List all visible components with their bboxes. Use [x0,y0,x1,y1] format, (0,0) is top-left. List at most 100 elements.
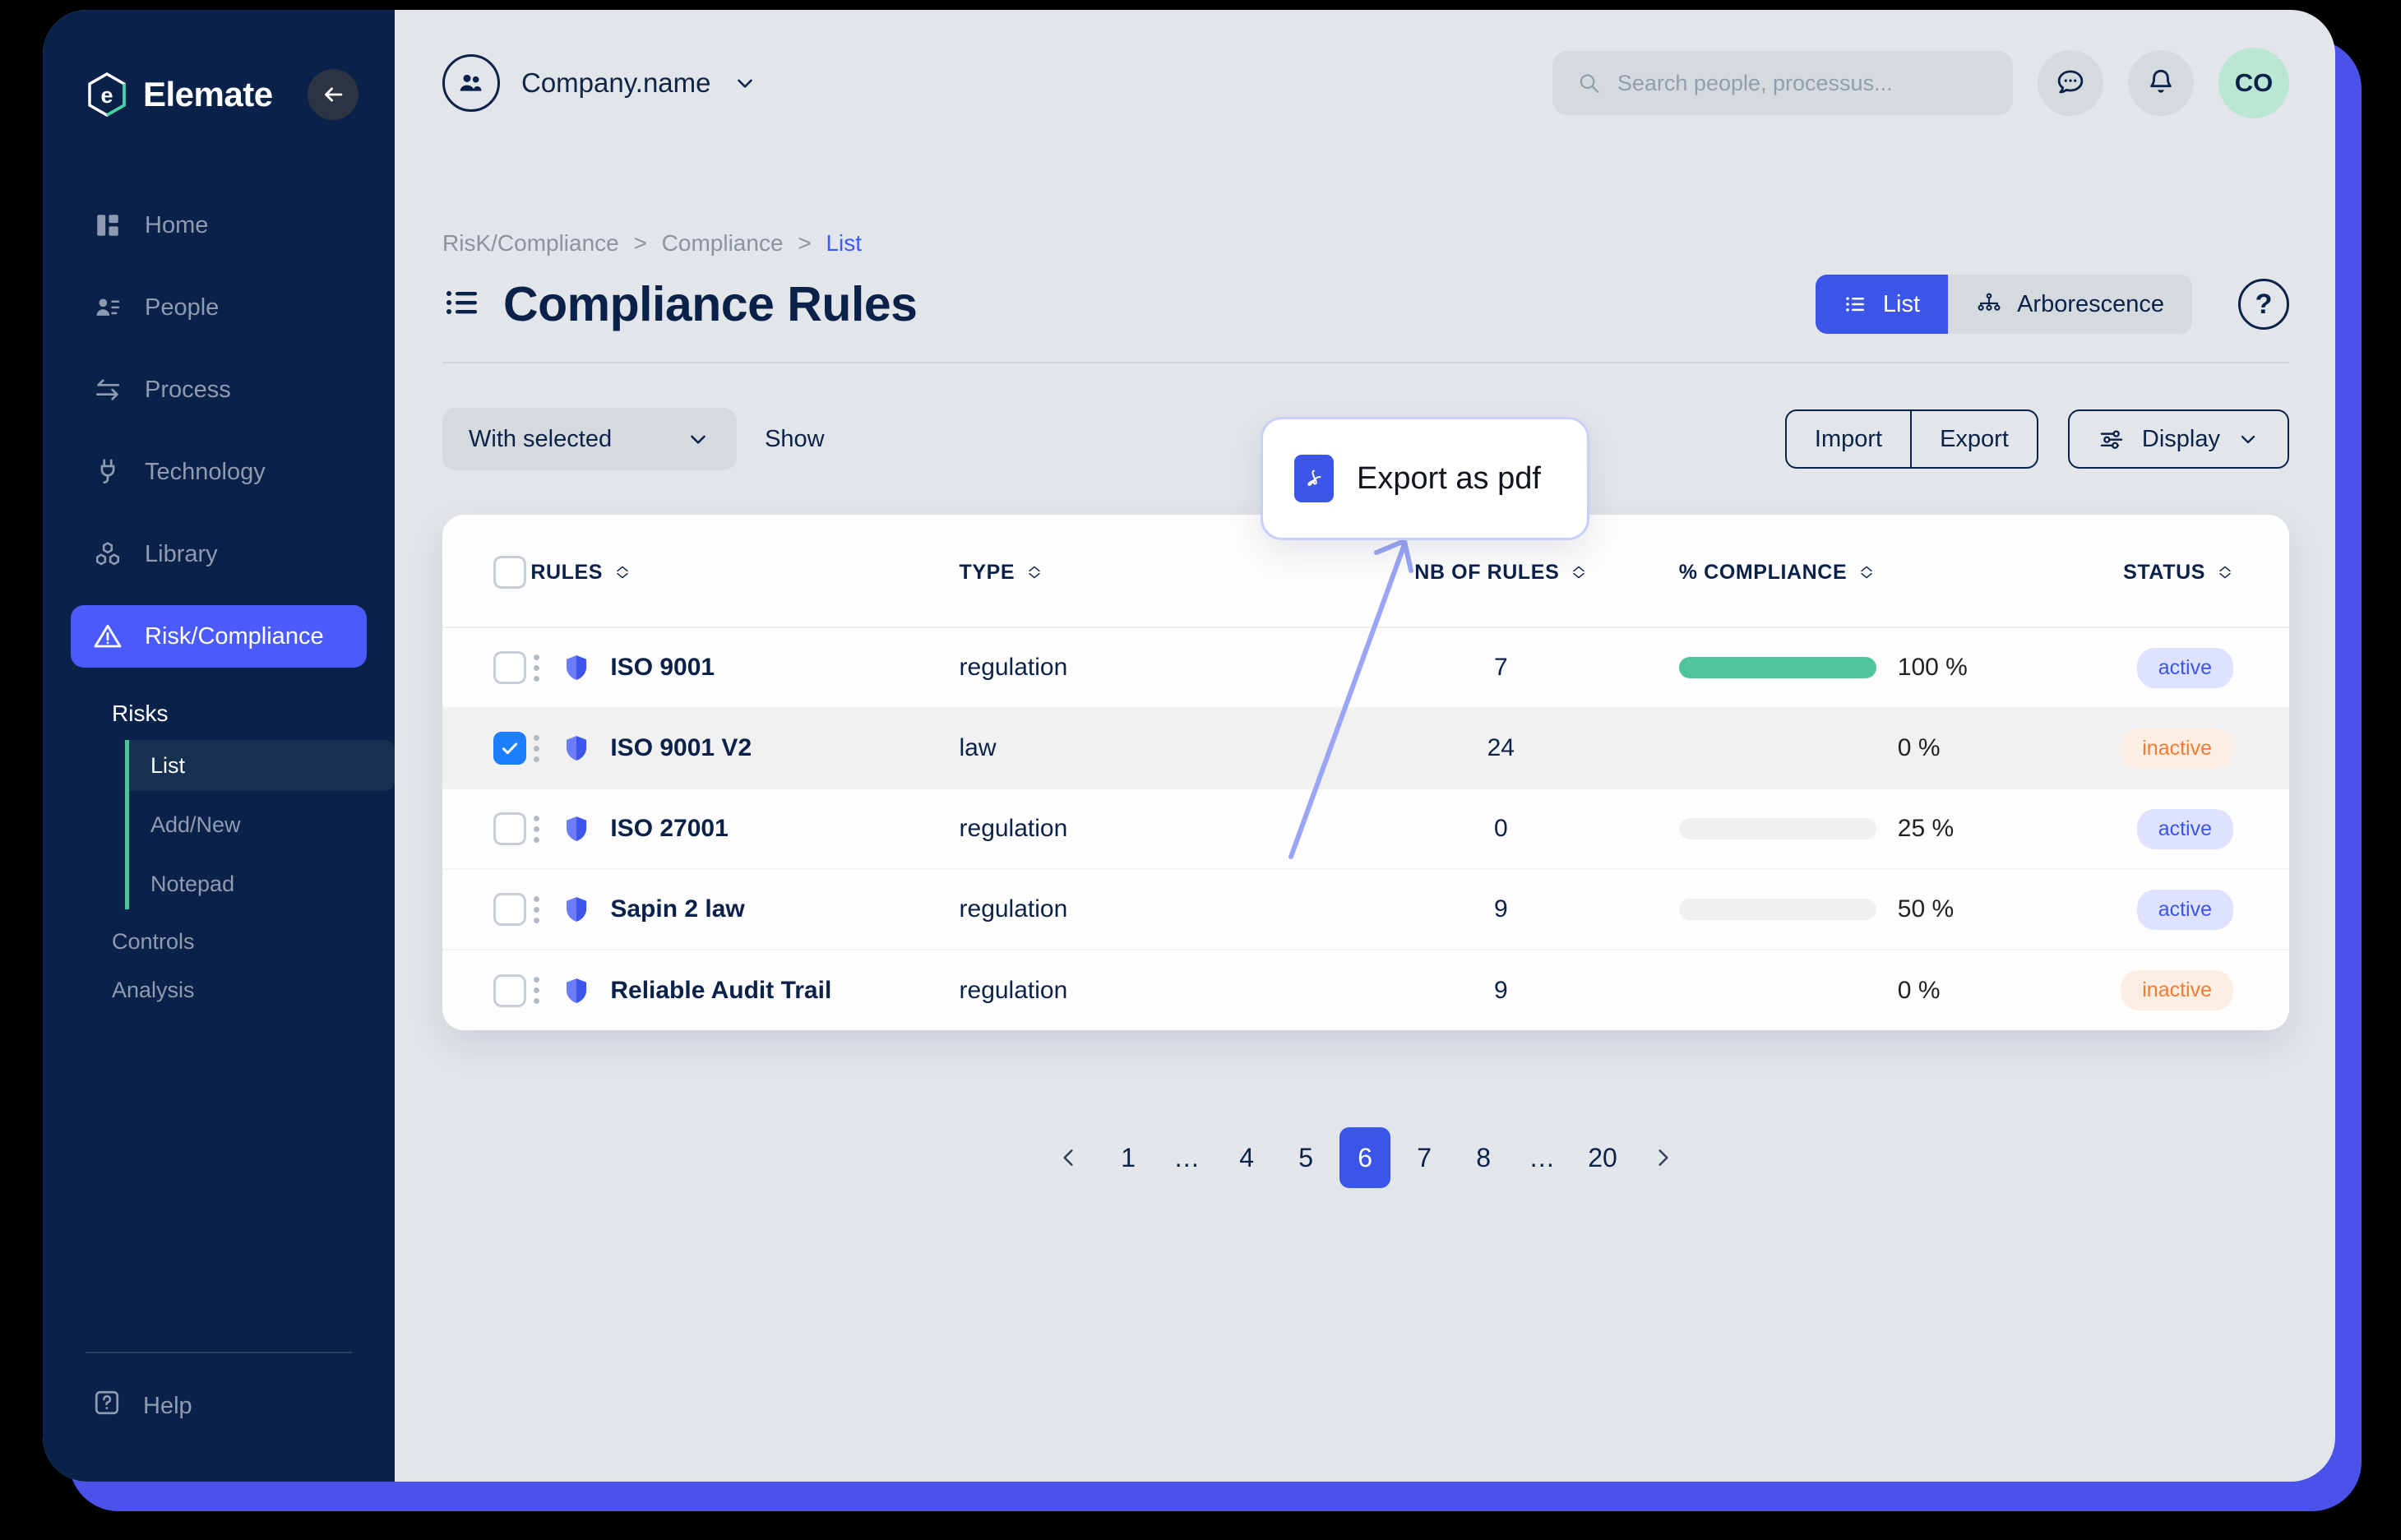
pdf-file-icon [1294,455,1334,502]
rule-name: ISO 9001 [610,654,715,681]
row-checkbox[interactable] [493,893,526,926]
compliance-cell: 0 % [1678,708,2121,789]
pagination-prev-button[interactable] [1043,1127,1094,1188]
pagination: 1 … 4 5 6 7 8 … 20 [442,1127,2289,1188]
notifications-button[interactable] [2128,50,2194,116]
row-checkbox[interactable] [493,651,526,684]
export-as-pdf-popup[interactable]: Export as pdf [1261,417,1589,540]
people-group-icon [442,54,500,112]
sidebar-item-controls[interactable]: Controls [43,918,395,966]
pagination-page-6[interactable]: 6 [1339,1127,1391,1188]
breadcrumb-separator: > [633,230,647,256]
sidebar-item-analysis[interactable]: Analysis [43,966,395,1015]
sub-item-label: Notepad [150,871,235,896]
row-menu-button[interactable] [530,812,543,846]
sidebar-collapse-button[interactable] [308,69,359,120]
pagination-page-20[interactable]: 20 [1576,1127,1629,1188]
sidebar-item-add-new[interactable]: Add/New [129,799,395,850]
pagination-page-5[interactable]: 5 [1280,1127,1331,1188]
avatar[interactable]: CO [2218,48,2289,118]
rule-type-cell: regulation [959,627,1323,709]
app-window: e Elemate Home People Process Technology… [43,10,2335,1482]
column-header-compliance[interactable]: % COMPLIANCE [1678,515,2121,628]
row-select-cell [442,708,531,789]
messages-button[interactable] [2038,50,2103,116]
row-menu-button[interactable] [530,651,543,685]
status-badge: active [2136,808,2233,849]
row-menu-button[interactable] [530,732,543,765]
pagination-next-button[interactable] [1637,1127,1688,1188]
company-name: Company.name [521,67,711,98]
page-title: Compliance Rules [503,277,918,331]
table-row[interactable]: ISO 27001 regulation 0 25 % active [442,788,2289,870]
sidebar-item-help[interactable]: Help [43,1388,395,1424]
view-toggle-list[interactable]: List [1815,275,1949,334]
status-badge: active [2136,647,2233,688]
pagination-page-4[interactable]: 4 [1221,1127,1272,1188]
svg-text:e: e [100,83,113,108]
sidebar-divider [86,1352,352,1353]
breadcrumb-separator: > [798,230,812,256]
export-popup-label: Export as pdf [1357,460,1541,496]
chevron-down-icon [2241,435,2255,444]
sub-item-label: Controls [112,929,195,954]
sidebar-item-list[interactable]: List [129,740,395,791]
import-button[interactable]: Import [1787,411,1910,467]
sidebar-item-label: Risk/Compliance [145,622,324,650]
search-box[interactable] [1552,51,2013,115]
compliance-cell: 25 % [1678,788,2121,870]
row-checkbox[interactable] [493,812,526,845]
row-select-cell [442,627,531,709]
shield-icon [567,736,587,761]
rule-name: ISO 27001 [610,815,729,842]
breadcrumb-middle[interactable]: Compliance [662,230,784,256]
sidebar-nav: Home People Process Technology Library R… [43,194,395,1015]
view-toggle-arborescence[interactable]: Arborescence [1948,275,2192,334]
sidebar-item-people[interactable]: People [71,276,367,339]
rule-type: regulation [959,654,1068,681]
pagination-page-8[interactable]: 8 [1458,1127,1509,1188]
sort-icon [1571,564,1587,580]
table-row[interactable]: Reliable Audit Trail regulation 9 0 % in… [442,950,2289,1030]
status-cell: active [2121,627,2289,709]
blocks-icon [92,539,123,570]
compliance-percent: 0 % [1897,976,1941,1004]
column-header-status[interactable]: STATUS [2121,515,2289,628]
display-button[interactable]: Display [2067,409,2289,469]
rule-name: ISO 9001 V2 [610,734,752,761]
table-row[interactable]: Sapin 2 law regulation 9 50 % active [442,869,2289,950]
sidebar-item-technology[interactable]: Technology [71,441,367,503]
column-header-rules[interactable]: RULES [530,515,960,628]
table-row[interactable]: ISO 9001 regulation 7 100 % active [442,627,2289,709]
row-checkbox[interactable] [493,973,526,1007]
rule-type: law [959,734,997,761]
rule-count: 0 [1493,815,1508,842]
dashboard-grid-icon [92,210,123,241]
sidebar-item-notepad[interactable]: Notepad [129,858,395,909]
sidebar-item-risk-compliance[interactable]: Risk/Compliance [71,605,367,668]
breadcrumb-current[interactable]: List [826,230,862,256]
risks-sub-items: List Add/New Notepad [125,740,395,909]
search-input[interactable] [1617,70,1988,96]
shield-icon [567,978,587,1003]
sidebar-item-label: Home [145,211,209,238]
with-selected-dropdown[interactable]: With selected [442,408,738,470]
company-selector[interactable]: Company.name [442,54,757,112]
pagination-page-1[interactable]: 1 [1103,1127,1154,1188]
contact-card-icon [92,292,123,323]
row-menu-button[interactable] [530,973,543,1007]
sidebar-footer: Help [43,1352,395,1482]
sidebar-item-process[interactable]: Process [71,358,367,421]
sidebar-item-library[interactable]: Library [71,523,367,585]
table-row[interactable]: ISO 9001 V2 law 24 0 % inactive [442,708,2289,789]
row-menu-button[interactable] [530,893,543,927]
pagination-page-7[interactable]: 7 [1399,1127,1450,1188]
select-all-checkbox[interactable] [493,556,526,589]
sidebar-item-home[interactable]: Home [71,194,367,257]
row-checkbox[interactable] [493,732,526,765]
breadcrumb-root[interactable]: RisK/Compliance [442,230,619,256]
brand-name: Elemate [143,75,273,113]
question-circle-icon[interactable]: ? [2238,279,2289,330]
export-button[interactable]: Export [1910,411,2037,467]
rule-type-cell: regulation [959,788,1323,870]
